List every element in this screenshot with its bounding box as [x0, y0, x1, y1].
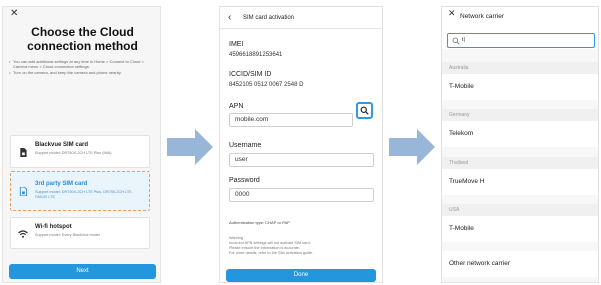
- search-input[interactable]: t|: [447, 33, 595, 48]
- close-icon[interactable]: ✕: [448, 8, 456, 19]
- network-carrier-screen: ✕ Network carrier t| Australia T-Mobile …: [441, 6, 599, 283]
- group-header: Australia: [442, 62, 598, 74]
- password-label: Password: [229, 177, 260, 184]
- option-blackvue-sim[interactable]: Blackvue SIM card Support model: DR750X-…: [10, 135, 150, 168]
- option-title: Blackvue SIM card: [35, 142, 89, 148]
- carrier-item[interactable]: TrueMove H: [442, 169, 598, 195]
- group-header: USA: [442, 204, 598, 216]
- sim-card-icon: [19, 187, 27, 196]
- page-title: Network carrier: [460, 13, 505, 20]
- warning-line: For more details, refer to the SIM activ…: [229, 251, 314, 255]
- arrow-right-icon: [389, 129, 435, 165]
- option-subtitle: Support model: Every BlackVue model: [35, 233, 100, 237]
- carrier-label: T-Mobile: [449, 225, 474, 232]
- apn-label: APN: [229, 103, 244, 110]
- carrier-item[interactable]: T-Mobile: [442, 74, 598, 100]
- carrier-label: T-Mobile: [449, 83, 474, 90]
- option-subtitle: Support model: DR750X-2CH LTE Plus (IMA): [35, 151, 112, 155]
- sim-activation-screen: ‹ SIM card activation IMEI 4596618891253…: [219, 6, 383, 283]
- option-wifi-hotspot[interactable]: Wi-fi hotspot Support model: Every Black…: [10, 217, 150, 249]
- arrow-right-icon: [167, 129, 213, 165]
- search-icon: [360, 106, 369, 115]
- option-3rd-party-sim[interactable]: 3rd party SIM card Support model: DR750X…: [10, 171, 150, 211]
- done-button[interactable]: Done: [226, 269, 376, 282]
- info-item: You can add additional settings at any t…: [9, 59, 159, 69]
- back-icon[interactable]: ‹: [228, 12, 231, 23]
- auth-type-text: Authentication type: CHAP or PAP: [229, 220, 290, 225]
- search-value: t|: [462, 37, 465, 43]
- info-item: Turn on the camera, and keep the camera …: [9, 70, 159, 75]
- wifi-icon: [18, 230, 28, 238]
- carrier-label: TrueMove H: [449, 178, 485, 185]
- close-icon[interactable]: ✕: [10, 8, 18, 19]
- warning-text: Warning Incorrect APN settings will not …: [229, 236, 379, 256]
- iccid-value: 8452105 0512 0067 2548 D: [229, 82, 304, 88]
- group-header: Thailand: [442, 157, 598, 169]
- carrier-item[interactable]: Telekom: [442, 121, 598, 147]
- next-button[interactable]: Next: [9, 264, 156, 279]
- username-label: Username: [229, 142, 262, 149]
- other-carrier-item[interactable]: Other network carrier: [442, 251, 598, 277]
- group-label: Germany: [449, 112, 470, 118]
- imei-label: IMEI: [229, 41, 244, 48]
- imei-value: 4596618891253641: [229, 52, 283, 58]
- header: ‹ SIM card activation: [220, 7, 382, 29]
- page-title: SIM card activation: [243, 15, 295, 21]
- group-header: Germany: [442, 109, 598, 121]
- iccid-label: ICCID/SIM ID: [229, 71, 272, 78]
- page-title: Choose the Cloud connection method: [27, 25, 138, 53]
- apn-field[interactable]: mobile.com: [229, 113, 353, 127]
- carrier-item[interactable]: T-Mobile: [442, 216, 598, 242]
- option-subtitle: Support model: DR750X-2CH LTE Plus, DR75…: [35, 190, 133, 199]
- search-icon: [452, 37, 460, 45]
- apn-search-button[interactable]: [356, 102, 373, 119]
- header: ✕ Network carrier t|: [442, 7, 598, 49]
- username-field[interactable]: user: [229, 153, 374, 167]
- option-title: Wi-fi hotspot: [35, 224, 72, 230]
- password-field[interactable]: 0000: [229, 188, 374, 202]
- cloud-connection-screen: ✕ Choose the Cloud connection method You…: [2, 6, 161, 283]
- carrier-label: Telekom: [449, 130, 474, 137]
- group-label: Thailand: [449, 160, 469, 166]
- carrier-label: Other network carrier: [449, 260, 511, 267]
- option-title: 3rd party SIM card: [35, 181, 88, 187]
- sim-card-icon: [20, 148, 27, 157]
- group-label: USA: [449, 207, 460, 213]
- info-list: You can add additional settings at any t…: [9, 59, 159, 76]
- group-label: Australia: [449, 65, 469, 71]
